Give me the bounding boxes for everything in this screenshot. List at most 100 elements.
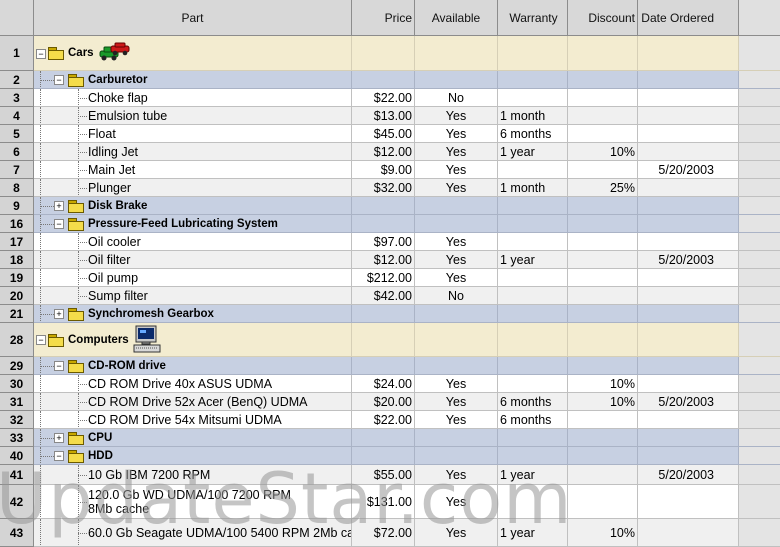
collapse-toggle-icon[interactable]: − [36,49,46,59]
cell-warranty[interactable] [498,323,568,357]
cell-available[interactable] [415,323,498,357]
row-number[interactable]: 21 [0,305,34,323]
collapse-toggle-icon[interactable]: − [54,75,64,85]
cell-part[interactable]: 60.0 Gb Seagate UDMA/100 5400 RPM 2Mb ca… [34,519,352,547]
cell-price[interactable] [352,197,415,215]
cell-warranty[interactable]: 6 months [498,393,568,411]
group-row[interactable]: 16 − Pressure-Feed Lubricating System [0,215,780,233]
cell-price[interactable] [352,447,415,465]
cell-discount[interactable] [568,36,638,71]
row-number[interactable]: 6 [0,143,34,161]
cell-available[interactable]: Yes [415,251,498,269]
cell-price[interactable]: $72.00 [352,519,415,547]
cell-part[interactable]: + CPU [34,429,352,447]
cell-discount[interactable] [568,447,638,465]
table-row[interactable]: 5 Float $45.00 Yes 6 months [0,125,780,143]
cell-part[interactable]: Sump filter [34,287,352,305]
cell-date-ordered[interactable] [638,485,739,519]
cell-discount[interactable]: 10% [568,393,638,411]
cell-price[interactable] [352,305,415,323]
cell-price[interactable]: $20.00 [352,393,415,411]
cell-price[interactable] [352,429,415,447]
cell-available[interactable]: Yes [415,161,498,179]
cell-part[interactable]: − CD-ROM drive [34,357,352,375]
row-number[interactable]: 30 [0,375,34,393]
cell-available[interactable]: Yes [415,519,498,547]
cell-warranty[interactable] [498,305,568,323]
cell-price[interactable]: $13.00 [352,107,415,125]
header-corner[interactable] [0,0,34,36]
cell-discount[interactable] [568,233,638,251]
cell-available[interactable] [415,197,498,215]
cell-available[interactable]: No [415,287,498,305]
cell-date-ordered[interactable] [638,411,739,429]
cell-price[interactable]: $212.00 [352,269,415,287]
cell-warranty[interactable]: 6 months [498,125,568,143]
cell-date-ordered[interactable] [638,71,739,89]
cell-part[interactable]: Oil pump [34,269,352,287]
cell-discount[interactable] [568,323,638,357]
cell-discount[interactable]: 10% [568,143,638,161]
cell-part[interactable]: Idling Jet [34,143,352,161]
cell-warranty[interactable]: 1 year [498,251,568,269]
cell-available[interactable]: Yes [415,125,498,143]
cell-part[interactable]: − Carburetor [34,71,352,89]
cell-price[interactable] [352,71,415,89]
column-header-warranty[interactable]: Warranty [498,0,568,36]
row-number[interactable]: 8 [0,179,34,197]
expand-toggle-icon[interactable]: + [54,433,64,443]
collapse-toggle-icon[interactable]: − [54,219,64,229]
cell-date-ordered[interactable] [638,36,739,71]
table-row[interactable]: 31 CD ROM Drive 52x Acer (BenQ) UDMA $20.0… [0,393,780,411]
cell-warranty[interactable] [498,375,568,393]
cell-date-ordered[interactable] [638,305,739,323]
cell-date-ordered[interactable] [638,269,739,287]
cell-discount[interactable] [568,71,638,89]
cell-available[interactable] [415,36,498,71]
cell-discount[interactable] [568,89,638,107]
cell-warranty[interactable] [498,485,568,519]
cell-price[interactable]: $22.00 [352,89,415,107]
table-row[interactable]: 6 Idling Jet $12.00 Yes 1 year 10% [0,143,780,161]
cell-price[interactable]: $12.00 [352,143,415,161]
table-row[interactable]: 3 Choke flap $22.00 No [0,89,780,107]
row-number[interactable]: 4 [0,107,34,125]
cell-date-ordered[interactable]: 5/20/2003 [638,393,739,411]
cell-date-ordered[interactable] [638,125,739,143]
cell-discount[interactable] [568,269,638,287]
row-number[interactable]: 31 [0,393,34,411]
table-row[interactable]: 17 Oil cooler $97.00 Yes [0,233,780,251]
tree-grid[interactable]: Part Price Available Warranty Discount D… [0,0,780,547]
cell-warranty[interactable] [498,447,568,465]
group-row[interactable]: 21 + Synchromesh Gearbox [0,305,780,323]
row-number[interactable]: 33 [0,429,34,447]
cell-price[interactable]: $55.00 [352,465,415,485]
cell-warranty[interactable]: 1 year [498,519,568,547]
column-header-available[interactable]: Available [415,0,498,36]
cell-warranty[interactable]: 1 month [498,179,568,197]
table-row[interactable]: 20 Sump filter $42.00 No [0,287,780,305]
row-number[interactable]: 20 [0,287,34,305]
cell-price[interactable] [352,215,415,233]
group-row[interactable]: 40 − HDD [0,447,780,465]
cell-available[interactable] [415,71,498,89]
cell-available[interactable]: Yes [415,393,498,411]
cell-discount[interactable] [568,485,638,519]
cell-warranty[interactable] [498,429,568,447]
collapse-toggle-icon[interactable]: − [36,335,46,345]
cell-discount[interactable] [568,465,638,485]
row-number[interactable]: 43 [0,519,34,547]
cell-price[interactable]: $12.00 [352,251,415,269]
cell-price[interactable]: $32.00 [352,179,415,197]
column-header-price[interactable]: Price [352,0,415,36]
cell-discount[interactable]: 10% [568,519,638,547]
cell-warranty[interactable] [498,269,568,287]
cell-part[interactable]: Float [34,125,352,143]
row-number[interactable]: 41 [0,465,34,485]
cell-available[interactable]: Yes [415,465,498,485]
cell-discount[interactable]: 10% [568,375,638,393]
cell-warranty[interactable] [498,357,568,375]
table-row[interactable]: 30 CD ROM Drive 40x ASUS UDMA $24.00 Yes 10% [0,375,780,393]
cell-available[interactable]: No [415,89,498,107]
cell-warranty[interactable] [498,89,568,107]
